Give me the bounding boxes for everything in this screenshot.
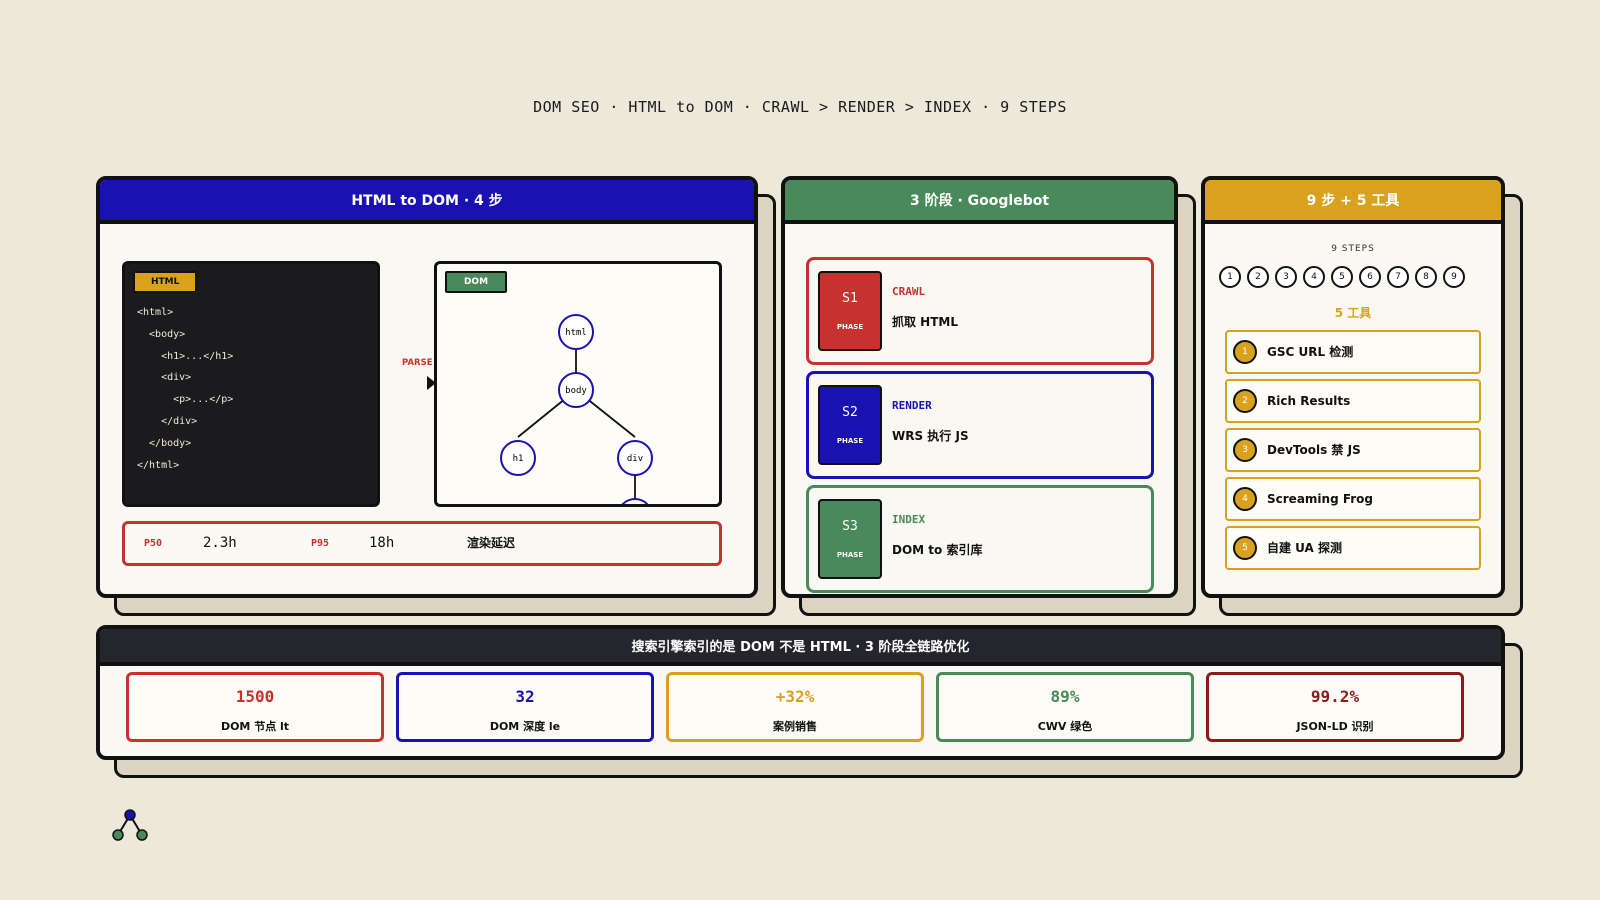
tool-label: Screaming Frog <box>1267 492 1374 506</box>
phase-index: S3 PHASE INDEX DOM to 索引库 <box>806 485 1154 593</box>
tool-item-screaming-frog: 4 Screaming Frog <box>1225 477 1481 521</box>
phases-header: 3 阶段 · Googlebot <box>785 180 1174 224</box>
phase-desc: WRS 执行 JS <box>892 429 969 443</box>
phase-badge: S1 PHASE <box>818 271 882 351</box>
tool-label: 自建 UA 探测 <box>1267 541 1343 555</box>
html-to-dom-card: HTML to DOM · 4 步 HTML <html> <body> <h1… <box>96 176 776 616</box>
p95-label: P95 <box>311 538 330 549</box>
code-line: <body> <box>137 328 186 340</box>
p50-value: 2.3h <box>203 535 237 551</box>
phase-small-label: PHASE <box>836 551 864 559</box>
metric-label: 案例销售 <box>773 720 817 733</box>
tool-number: 5 <box>1233 536 1257 560</box>
phase-small-label: PHASE <box>836 437 864 445</box>
phase-desc: 抓取 HTML <box>892 315 958 329</box>
steps-title: 9 STEPS <box>1331 244 1375 254</box>
p50-label: P50 <box>144 538 163 549</box>
dom-tree-panel: DOM html body h1 div <box>434 261 722 507</box>
tool-number: 3 <box>1233 438 1257 462</box>
metric-label: DOM 节点 lt <box>220 720 290 733</box>
phase-code: S2 <box>842 405 858 420</box>
metric-jsonld: 99.2% JSON-LD 识别 <box>1206 672 1464 742</box>
tool-label: Rich Results <box>1267 394 1351 408</box>
tool-item-ua-probe: 5 自建 UA 探测 <box>1225 526 1481 570</box>
step-dot: 5 <box>1331 266 1353 288</box>
tool-label: DevTools 禁 JS <box>1267 443 1361 457</box>
step-row: 1 2 3 4 5 6 7 8 9 <box>1219 266 1465 288</box>
summary-card: 搜索引擎索引的是 DOM 不是 HTML · 3 阶段全链路优化 1500 DO… <box>96 625 1523 778</box>
metric-cwv: 89% CWV 绿色 <box>936 672 1194 742</box>
phase-crawl: S1 PHASE CRAWL 抓取 HTML <box>806 257 1154 365</box>
parse-label: PARSE <box>402 358 433 368</box>
tree-node-html: html <box>558 314 594 350</box>
phase-name: INDEX <box>892 513 926 526</box>
dom-tree-diagram: html body h1 div p <box>500 314 653 504</box>
step-dot: 7 <box>1387 266 1409 288</box>
p95-value: 18h <box>369 535 395 551</box>
metric-value: 32 <box>515 687 535 706</box>
tool-number: 1 <box>1233 340 1257 364</box>
svg-text:body: body <box>565 386 587 396</box>
metric-dom-nodes: 1500 DOM 节点 lt <box>126 672 384 742</box>
page-title: DOM SEO · HTML to DOM · CRAWL > RENDER >… <box>533 98 1067 116</box>
html-tag: HTML <box>133 271 198 293</box>
step-dot: 8 <box>1415 266 1437 288</box>
svg-text:h1: h1 <box>513 454 524 464</box>
metric-value: 1500 <box>235 687 275 706</box>
tool-number: 4 <box>1233 487 1257 511</box>
metric-label: JSON-LD 识别 <box>1296 720 1374 733</box>
phase-badge: S3 PHASE <box>818 499 882 579</box>
tools-title: 5 工具 <box>1334 306 1372 320</box>
code-line: </div> <box>137 415 198 427</box>
html-to-dom-header: HTML to DOM · 4 步 <box>100 180 754 224</box>
step-dot: 3 <box>1275 266 1297 288</box>
code-line: <h1>...</h1> <box>137 350 234 362</box>
html-code-panel: HTML <html> <body> <h1>...</h1> <div> <p… <box>122 261 380 507</box>
tool-number: 2 <box>1233 389 1257 413</box>
code-line: </body> <box>137 437 192 449</box>
tree-node-div: div <box>617 440 653 476</box>
code-line: <div> <box>137 372 192 384</box>
tool-item-gsc: 1 GSC URL 检测 <box>1225 330 1481 374</box>
step-dot: 4 <box>1303 266 1325 288</box>
phase-name: CRAWL <box>892 285 926 298</box>
step-dot: 1 <box>1219 266 1241 288</box>
phase-code: S1 <box>842 291 858 306</box>
metric-value: 99.2% <box>1310 687 1360 706</box>
metric-sales: +32% 案例销售 <box>666 672 924 742</box>
steps-tools-card: 9 步 + 5 工具 9 STEPS 1 2 3 4 5 6 7 8 9 5 工… <box>1201 176 1523 616</box>
tool-item-rich-results: 2 Rich Results <box>1225 379 1481 423</box>
tree-logo-icon <box>112 809 148 841</box>
tree-node-h1: h1 <box>500 440 536 476</box>
googlebot-phases-card: 3 阶段 · Googlebot S1 PHASE CRAWL 抓取 HTML … <box>781 176 1196 616</box>
phase-code: S3 <box>842 519 858 534</box>
code-line: <p>...</p> <box>137 394 234 406</box>
metric-value: 89% <box>1050 687 1080 706</box>
step-dot: 9 <box>1443 266 1465 288</box>
phase-badge: S2 PHASE <box>818 385 882 465</box>
step-dot: 2 <box>1247 266 1269 288</box>
phase-desc: DOM to 索引库 <box>892 543 983 557</box>
tool-label: GSC URL 检测 <box>1267 345 1354 359</box>
render-latency-bar: P50 2.3h P95 18h 渲染延迟 <box>122 521 722 566</box>
step-dot: 6 <box>1359 266 1381 288</box>
phase-small-label: PHASE <box>836 323 864 331</box>
tree-node-body: body <box>558 372 594 408</box>
svg-text:html: html <box>565 328 587 338</box>
code-line: </html> <box>137 459 180 471</box>
tree-node-p: p <box>621 498 649 504</box>
summary-header: 搜索引擎索引的是 DOM 不是 HTML · 3 阶段全链路优化 <box>100 629 1501 666</box>
metric-label: DOM 深度 le <box>489 720 561 733</box>
metric-dom-depth: 32 DOM 深度 le <box>396 672 654 742</box>
phase-name: RENDER <box>892 399 932 412</box>
code-lines: <html> <body> <h1>...</h1> <div> <p>...<… <box>137 302 233 476</box>
code-line: <html> <box>137 307 174 318</box>
tool-item-devtools: 3 DevTools 禁 JS <box>1225 428 1481 472</box>
svg-text:div: div <box>627 454 643 464</box>
phase-render: S2 PHASE RENDER WRS 执行 JS <box>806 371 1154 479</box>
metric-value: +32% <box>775 687 815 706</box>
latency-caption: 渲染延迟 <box>467 536 516 550</box>
metric-label: CWV 绿色 <box>1037 720 1093 733</box>
steps-tools-header: 9 步 + 5 工具 <box>1205 180 1501 224</box>
